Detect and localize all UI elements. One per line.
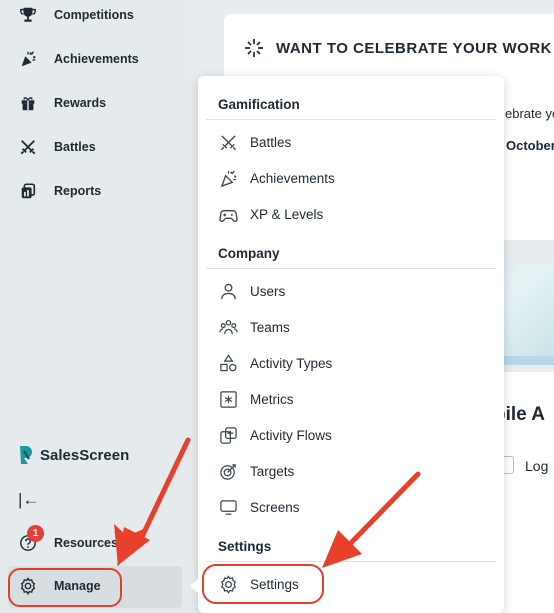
- divider: [206, 561, 496, 562]
- sidebar-item-resources[interactable]: 1 Resources: [18, 525, 118, 553]
- menu-heading-gamification: Gamification: [218, 97, 300, 112]
- menu-item-battles[interactable]: Battles: [218, 130, 291, 154]
- brand-logo[interactable]: SalesScreen: [18, 444, 129, 466]
- menu-item-users[interactable]: Users: [218, 279, 285, 303]
- sidebar-item-label: Rewards: [54, 96, 107, 110]
- sparkle-icon: [245, 39, 263, 57]
- shapes-icon: [218, 353, 238, 373]
- app-root: Competitions Achievements Rewards Battle…: [0, 0, 554, 613]
- gamepad-icon: [218, 204, 238, 224]
- sidebar-item-competitions[interactable]: Competitions: [18, 3, 134, 27]
- metrics-icon: [218, 389, 238, 409]
- sidebar-item-label: Battles: [54, 140, 96, 154]
- celebrate-card-title: WANT TO CELEBRATE YOUR WORK: [244, 38, 552, 58]
- divider: [206, 119, 496, 120]
- crossed-swords-icon: [18, 137, 38, 157]
- menu-item-activity-flows[interactable]: Activity Flows: [218, 423, 332, 447]
- menu-item-label: Users: [250, 283, 286, 299]
- manage-highlight-ring: [8, 568, 122, 607]
- salesscreen-logo-icon: [20, 446, 32, 464]
- brand-name: SalesScreen: [40, 446, 130, 464]
- trophy-icon: [18, 5, 38, 25]
- sidebar-item-rewards[interactable]: Rewards: [18, 91, 106, 115]
- manage-menu: [198, 76, 504, 613]
- user-icon: [218, 281, 238, 301]
- menu-item-label: Achievements: [250, 170, 335, 186]
- party-popper-icon: [18, 49, 38, 69]
- crossed-swords-icon: [218, 132, 238, 152]
- menu-item-label: XP & Levels: [250, 206, 324, 222]
- menu-item-teams[interactable]: Teams: [218, 315, 290, 339]
- target-icon: [218, 461, 238, 481]
- settings-highlight-ring: [202, 564, 324, 604]
- menu-item-label: Metrics: [250, 391, 294, 407]
- notification-badge: 1: [27, 525, 44, 542]
- sidebar-item-reports[interactable]: Reports: [18, 179, 101, 203]
- party-popper-icon: [218, 168, 238, 188]
- log-label: Log: [525, 458, 549, 474]
- sidebar-item-label: Competitions: [54, 8, 134, 22]
- menu-item-label: Teams: [250, 319, 290, 335]
- sidebar-item-battles[interactable]: Battles: [18, 135, 96, 159]
- screen-icon: [218, 497, 238, 517]
- menu-item-achievements[interactable]: Achievements: [218, 166, 335, 190]
- teams-icon: [218, 317, 238, 337]
- menu-item-label: Screens: [250, 499, 300, 515]
- menu-item-activity-types[interactable]: Activity Types: [218, 351, 332, 375]
- help-icon: 1: [18, 525, 44, 553]
- sidebar-item-label: Achievements: [54, 52, 139, 66]
- menu-item-label: Targets: [250, 463, 295, 479]
- menu-item-label: Activity Flows: [250, 427, 332, 443]
- activity-flows-icon: [218, 425, 238, 445]
- reports-icon: [18, 181, 38, 201]
- menu-heading-settings: Settings: [218, 539, 272, 554]
- menu-item-label: Activity Types: [250, 355, 333, 371]
- menu-item-metrics[interactable]: Metrics: [218, 387, 294, 411]
- october-text: October: [506, 138, 554, 153]
- collapse-sidebar-icon[interactable]: |←: [18, 490, 39, 510]
- sidebar-item-label: Reports: [54, 184, 102, 198]
- menu-heading-company: Company: [218, 246, 280, 261]
- sidebar-item-label: Resources: [54, 536, 118, 550]
- menu-item-targets[interactable]: Targets: [218, 459, 294, 483]
- divider: [206, 268, 496, 269]
- celebrate-text: ebrate yo: [505, 106, 554, 121]
- menu-item-xp-levels[interactable]: XP & Levels: [218, 202, 323, 226]
- sidebar-item-achievements[interactable]: Achievements: [18, 47, 139, 71]
- gift-icon: [18, 93, 38, 113]
- menu-item-label: Battles: [250, 134, 292, 150]
- menu-item-screens[interactable]: Screens: [218, 495, 300, 519]
- menu-caret: [190, 578, 199, 594]
- sidebar: Competitions Achievements Rewards Battle…: [0, 0, 190, 613]
